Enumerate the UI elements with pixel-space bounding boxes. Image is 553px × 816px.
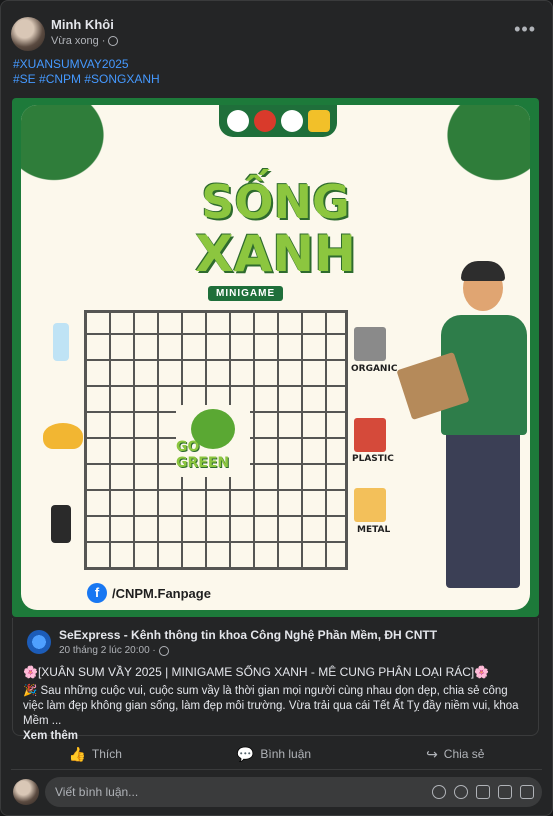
bottle-icon [53,323,69,361]
shared-body-text: 🎉 Sau những cuộc vui, cuộc sum vầy là th… [23,685,519,727]
fanpage-text: /CNPM.Fanpage [112,585,211,601]
avatar-sticker-icon[interactable] [432,785,446,799]
comment-icon: 💬 [236,745,255,762]
post-time[interactable]: Vừa xong [51,35,99,47]
battery-icon [51,505,71,543]
user-avatar[interactable] [13,779,39,805]
comment-button[interactable]: 💬 Bình luận [237,746,311,763]
comment-composer: Viết bình luận... [11,777,542,807]
post-card: Minh Khôi Vừa xong · ••• #XUANSUMVAY2025… [0,0,553,816]
poster-title-line2: XANH [195,225,356,283]
author-name[interactable]: Minh Khôi [51,17,114,32]
minigame-badge: MINIGAME [208,286,284,301]
hashtags: #XUANSUMVAY2025 #SE #CNPM #SONGXANH [13,57,160,87]
bin-label-organic: ORGANIC [351,364,398,374]
organic-bin-icon [354,327,386,361]
comment-input[interactable]: Viết bình luận... [45,777,542,807]
globe-icon [158,645,169,656]
post-meta: Vừa xong · [51,35,119,47]
bin-label-metal: METAL [357,525,391,535]
shared-post-preview[interactable]: SeExpress - Kênh thông tin khoa Công Ngh… [12,618,539,742]
gif-icon[interactable] [498,785,512,799]
shared-title: 🌸[XUÂN SUM VẦY 2025 | MINIGAME SỐNG XANH… [23,665,490,679]
share-button[interactable]: ↪ Chia sẻ [426,746,484,763]
source-avatar[interactable] [27,630,51,654]
logo-2 [253,110,276,132]
partner-logos [219,105,337,137]
logo-1 [226,110,249,132]
poster-inner: SỐNG XANH MINIGAME GO GREEN ORGANIC PLAS… [21,105,530,610]
plastic-bin-icon [354,418,386,452]
man-legs-illustration [446,430,520,588]
separator-dot: · [101,35,106,47]
bin-label-plastic: PLASTIC [352,454,394,464]
camera-icon[interactable] [476,785,490,799]
logo-4 [307,110,330,132]
like-button[interactable]: 👍 Thích [68,746,121,763]
comment-label: Bình luận [260,747,312,761]
like-label: Thích [91,747,122,761]
shared-body: 🎉 Sau những cuộc vui, cuộc sum vầy là th… [23,684,528,744]
hashtag-line-2[interactable]: #SE #CNPM #SONGXANH [13,72,160,87]
source-meta: 20 tháng 2 lúc 20:00 · [59,645,169,656]
sticker-icon[interactable] [520,785,534,799]
source-time[interactable]: 20 tháng 2 lúc 20:00 · [59,645,156,656]
facebook-icon: f [87,583,107,603]
fanpage-tag: f /CNPM.Fanpage [87,583,211,603]
share-label: Chia sẻ [443,747,485,761]
poster-title-line1: SỐNG [201,175,350,229]
share-icon: ↪ [426,745,438,762]
thumbs-up-icon: 👍 [68,745,86,762]
logo-3 [280,110,303,132]
author-avatar[interactable] [11,17,45,51]
banana-peel-icon [43,423,83,449]
comment-tools [432,785,534,799]
divider [11,769,542,770]
post-actions: 👍 Thích 💬 Bình luận ↪ Chia sẻ [11,739,542,769]
go-green-badge: GO GREEN [176,405,250,477]
metal-bin-icon [354,488,386,522]
emoji-icon[interactable] [454,785,468,799]
post-image[interactable]: SỐNG XANH MINIGAME GO GREEN ORGANIC PLAS… [12,98,539,617]
man-hair-illustration [461,261,505,281]
post-header: Minh Khôi Vừa xong · ••• [11,15,542,55]
more-options-icon[interactable]: ••• [514,19,536,40]
tree-icon [191,409,235,449]
hashtag-line-1[interactable]: #XUANSUMVAY2025 [13,57,160,72]
source-name[interactable]: SeExpress - Kênh thông tin khoa Công Ngh… [59,628,437,642]
comment-placeholder: Viết bình luận... [55,785,139,799]
globe-icon [108,36,119,46]
